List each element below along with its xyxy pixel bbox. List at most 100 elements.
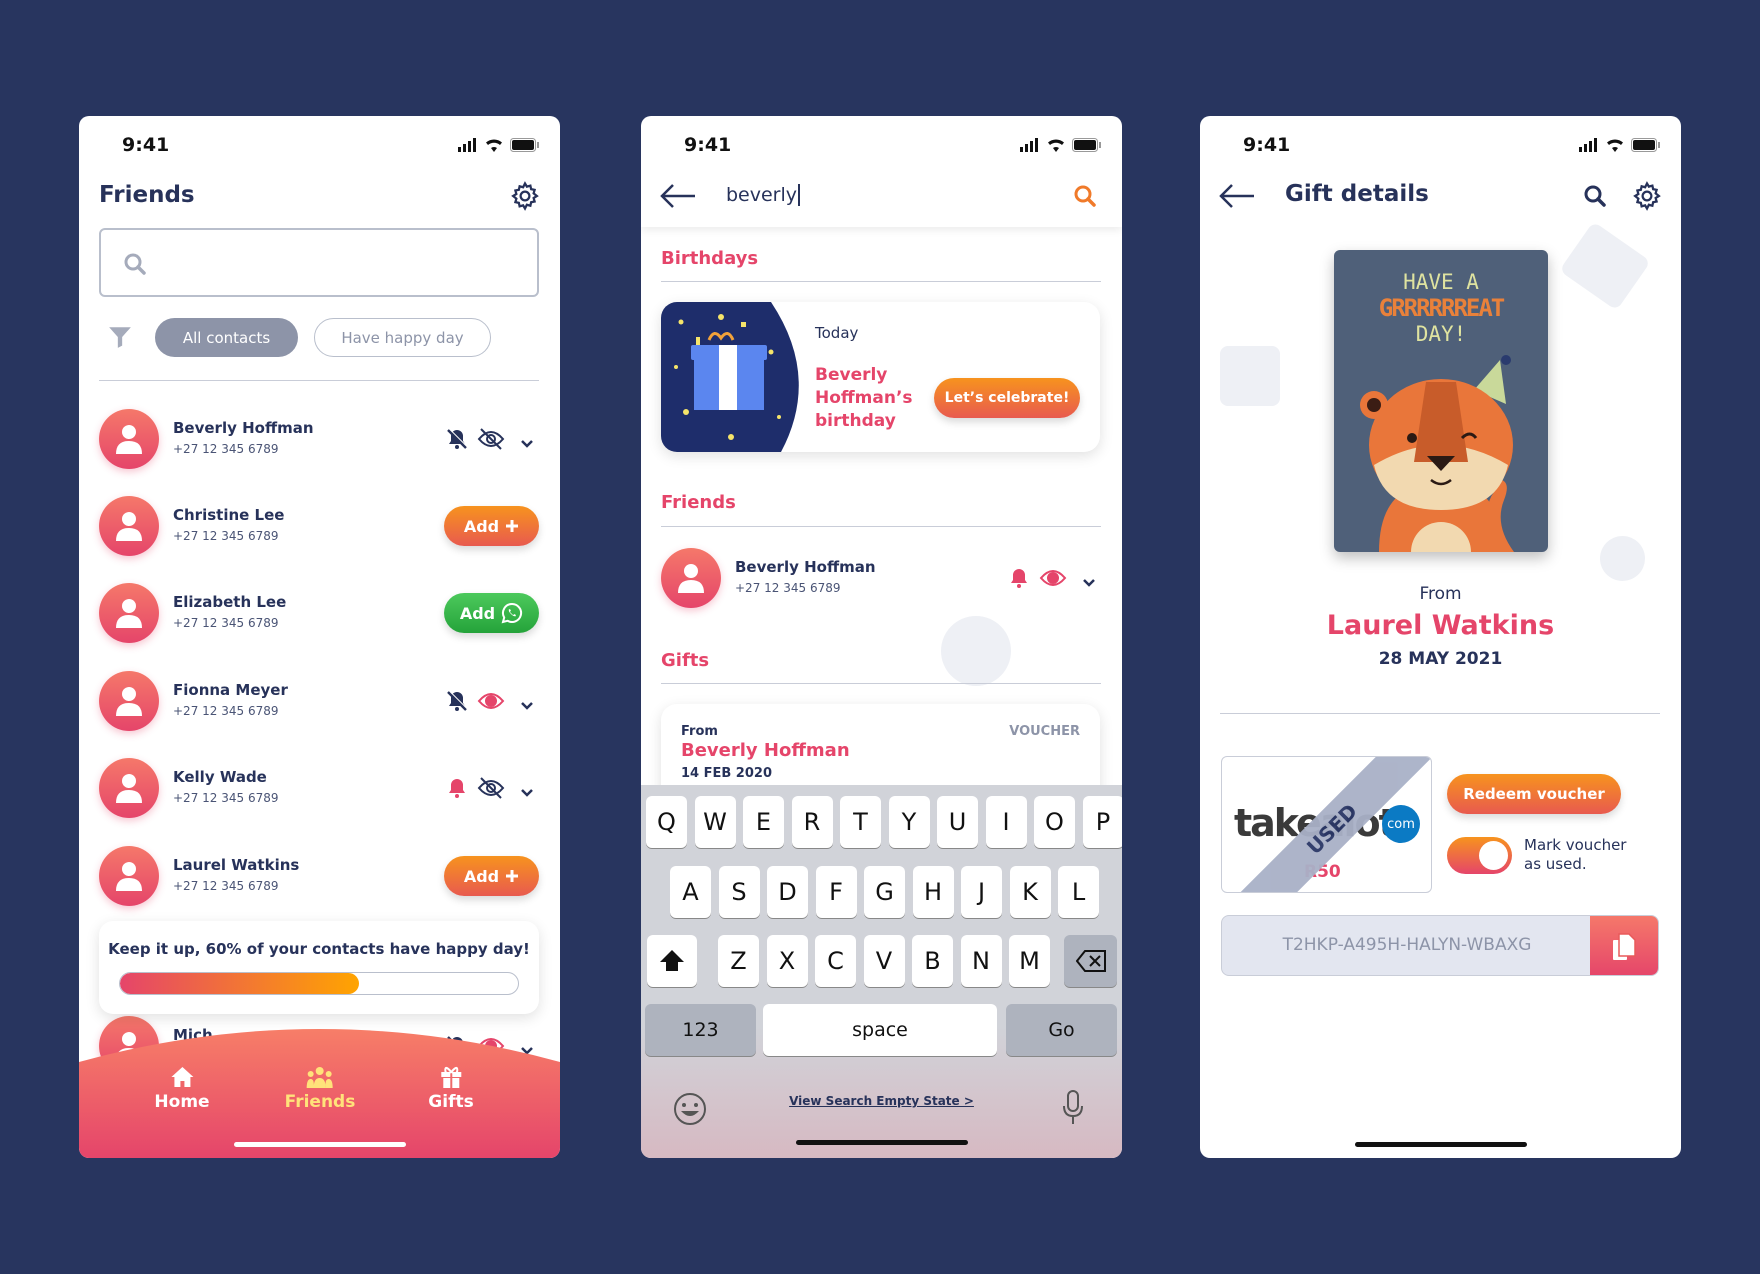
bell-off-icon[interactable] [445,689,469,713]
add-contact-button[interactable]: Add [444,506,539,546]
bell-icon[interactable] [1007,566,1031,590]
filter-icon[interactable] [107,324,133,354]
eye-off-icon[interactable] [477,428,505,450]
divider [661,281,1101,282]
key-d[interactable]: D [767,866,808,918]
card-text: DAY! [1415,322,1467,346]
numbers-key[interactable]: 123 [645,1004,756,1056]
contact-name: Beverly Hoffman [735,558,876,576]
key-a[interactable]: A [670,866,711,918]
section-gifts: Gifts [661,650,710,671]
key-j[interactable]: J [961,866,1002,918]
mark-used-toggle[interactable] [1447,837,1512,874]
chevron-down-icon[interactable] [1082,578,1096,588]
key-q[interactable]: Q [646,796,687,848]
home-icon [170,1066,194,1088]
contact-row[interactable]: Elizabeth Lee +27 12 345 6789 Add [79,583,560,643]
key-o[interactable]: O [1034,796,1075,848]
divider [99,380,539,381]
contact-name: Laurel Watkins [173,856,300,874]
birthday-card: Today Beverly Hoffman’s birthday Let’s c… [661,302,1100,452]
key-k[interactable]: K [1009,866,1051,918]
eye-icon[interactable] [477,690,505,712]
nav-friends[interactable]: Friends [284,1066,356,1112]
key-i[interactable]: I [985,796,1027,848]
key-g[interactable]: G [864,866,905,918]
go-key[interactable]: Go [1006,1004,1117,1056]
key-z[interactable]: Z [718,935,759,987]
key-w[interactable]: W [694,796,736,848]
signal-icon [458,138,478,152]
nav-label: Home [154,1092,210,1112]
shift-key[interactable] [647,935,697,987]
contact-phone: +27 12 345 6789 [173,704,279,718]
key-f[interactable]: F [815,866,857,918]
key-t[interactable]: T [840,796,881,848]
contact-row[interactable]: Kelly Wade +27 12 345 6789 [79,758,560,818]
back-arrow-icon[interactable] [659,182,697,214]
status-time: 9:41 [122,134,170,156]
birthday-when: Today [815,324,859,342]
celebrate-button[interactable]: Let’s celebrate! [934,378,1080,418]
bell-icon[interactable] [445,776,469,800]
gear-icon[interactable] [1632,181,1662,215]
nav-label: Friends [284,1092,356,1112]
eye-off-icon[interactable] [477,777,505,799]
key-m[interactable]: M [1009,935,1050,987]
gift-from-name: Beverly Hoffman [681,740,850,761]
home-indicator [796,1140,968,1145]
key-u[interactable]: U [937,796,978,848]
key-x[interactable]: X [766,935,808,987]
avatar [99,496,159,556]
chevron-down-icon[interactable] [520,788,534,798]
search-query-input[interactable]: beverly [726,184,801,206]
bell-off-icon[interactable] [445,427,469,451]
key-p[interactable]: P [1082,796,1122,848]
filter-chip-happy-day[interactable]: Have happy day [314,318,491,357]
redeem-voucher-button[interactable]: Redeem voucher [1447,774,1621,814]
gear-icon[interactable] [510,181,540,215]
add-contact-button[interactable]: Add [444,593,539,633]
progress-message: Keep it up, 60% of your contacts have ha… [108,940,530,958]
backspace-key[interactable] [1064,935,1117,987]
contact-row[interactable]: Beverly Hoffman +27 12 345 6789 [641,548,1122,608]
space-key[interactable]: space [763,1004,997,1056]
voucher-code-field[interactable]: T2HKP-A495H-HALYN-WBAXG [1221,915,1659,976]
search-input[interactable] [99,228,539,297]
contact-row[interactable]: Fionna Meyer +27 12 345 6789 [79,671,560,731]
key-h[interactable]: H [912,866,954,918]
chevron-down-icon[interactable] [520,439,534,449]
progress-fill [120,973,359,994]
voucher-image: takealot com R50 USED [1221,756,1432,893]
eye-icon[interactable] [1039,567,1067,589]
filter-chip-all-contacts[interactable]: All contacts [155,318,298,357]
search-icon[interactable] [1073,184,1097,212]
copy-button[interactable] [1590,916,1658,975]
chevron-down-icon[interactable] [520,701,534,711]
key-y[interactable]: Y [888,796,930,848]
contact-row[interactable]: Christine Lee +27 12 345 6789 Add [79,496,560,556]
key-n[interactable]: N [960,935,1002,987]
gift-details-screen: 9:41 Gift details HAVE A GRRRRRREAT DAY!… [1200,116,1681,1158]
key-v[interactable]: V [863,935,905,987]
contact-row[interactable]: Beverly Hoffman +27 12 345 6789 [79,409,560,469]
key-r[interactable]: R [791,796,833,848]
key-s[interactable]: S [718,866,760,918]
key-l[interactable]: L [1058,866,1099,918]
search-icon[interactable] [1583,184,1607,212]
empty-state-link[interactable]: View Search Empty State > [641,1094,1122,1108]
key-e[interactable]: E [743,796,784,848]
key-b[interactable]: B [912,935,953,987]
avatar [99,671,159,731]
nav-gifts[interactable]: Gifts [428,1066,474,1112]
search-header [641,116,1122,227]
gift-date: 14 FEB 2020 [681,766,772,781]
back-arrow-icon[interactable] [1218,182,1256,214]
contact-row[interactable]: Laurel Watkins +27 12 345 6789 Add [79,846,560,906]
voucher-code: T2HKP-A495H-HALYN-WBAXG [1282,935,1532,955]
add-contact-button[interactable]: Add [444,856,539,896]
nav-home[interactable]: Home [154,1066,210,1112]
key-c[interactable]: C [815,935,856,987]
microphone-icon[interactable] [1061,1089,1085,1131]
card-text: HAVE A [1403,270,1479,294]
